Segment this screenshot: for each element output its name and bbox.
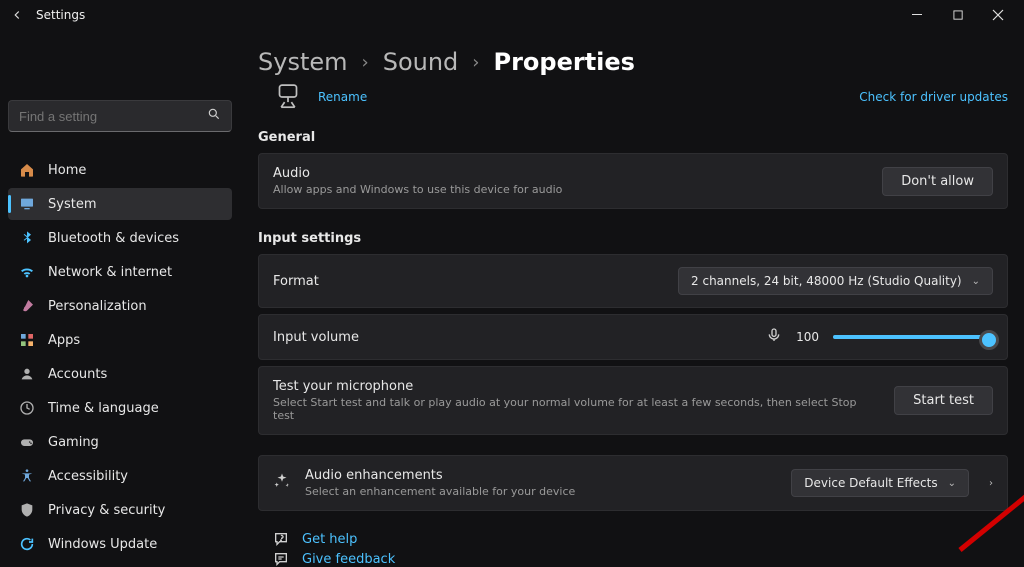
wifi-icon <box>18 264 36 280</box>
update-icon <box>18 536 36 552</box>
start-test-button[interactable]: Start test <box>894 386 993 415</box>
chevron-down-icon: ⌄ <box>948 478 956 489</box>
clock-globe-icon <box>18 400 36 416</box>
rename-link[interactable]: Rename <box>318 90 367 104</box>
enhancements-dropdown[interactable]: Device Default Effects ⌄ <box>791 469 969 497</box>
accessibility-icon <box>18 468 36 484</box>
breadcrumb: System › Sound › Properties <box>258 30 1008 76</box>
titlebar: Settings <box>0 0 1024 30</box>
sidebar-item-label: Time & language <box>48 401 159 416</box>
sidebar-item-privacy[interactable]: Privacy & security <box>8 494 232 526</box>
get-help-link[interactable]: Get help <box>258 527 1008 547</box>
slider-thumb[interactable] <box>979 330 999 350</box>
sidebar-item-label: Bluetooth & devices <box>48 231 179 246</box>
audio-enhancements-title: Audio enhancements <box>305 468 777 483</box>
microphone-device-icon <box>258 83 318 111</box>
dont-allow-button[interactable]: Don't allow <box>882 167 993 196</box>
test-microphone-subtitle: Select Start test and talk or play audio… <box>273 396 880 422</box>
sidebar-item-label: Gaming <box>48 435 99 450</box>
audio-enhancements-subtitle: Select an enhancement available for your… <box>305 485 777 498</box>
sidebar-item-windows-update[interactable]: Windows Update <box>8 528 232 560</box>
sidebar-item-label: Privacy & security <box>48 503 165 518</box>
input-volume-card: Input volume 100 <box>258 314 1008 360</box>
sidebar-item-label: Personalization <box>48 299 147 314</box>
audio-card-subtitle: Allow apps and Windows to use this devic… <box>273 183 868 196</box>
home-icon <box>18 162 36 178</box>
breadcrumb-properties: Properties <box>493 48 634 76</box>
close-button[interactable] <box>978 3 1018 27</box>
sidebar: Home System Bluetooth & devices Network … <box>0 30 240 567</box>
microphone-icon[interactable] <box>766 327 782 347</box>
sidebar-nav: Home System Bluetooth & devices Network … <box>8 154 232 560</box>
audio-card: Audio Allow apps and Windows to use this… <box>258 153 1008 209</box>
sidebar-item-apps[interactable]: Apps <box>8 324 232 356</box>
general-section-label: General <box>258 130 1008 145</box>
check-driver-updates-link[interactable]: Check for driver updates <box>859 90 1008 104</box>
shield-icon <box>18 502 36 518</box>
enhancements-value: Device Default Effects <box>804 476 937 490</box>
person-icon <box>18 366 36 382</box>
sidebar-item-accessibility[interactable]: Accessibility <box>8 460 232 492</box>
audio-card-title: Audio <box>273 166 868 181</box>
sidebar-item-home[interactable]: Home <box>8 154 232 186</box>
test-microphone-card: Test your microphone Select Start test a… <box>258 366 1008 435</box>
sidebar-item-gaming[interactable]: Gaming <box>8 426 232 458</box>
sidebar-item-label: System <box>48 197 96 212</box>
sidebar-item-label: Accounts <box>48 367 107 382</box>
gaming-icon <box>18 434 36 450</box>
sidebar-item-label: Network & internet <box>48 265 172 280</box>
sidebar-item-label: Home <box>48 163 86 178</box>
search-input[interactable] <box>8 100 232 132</box>
format-card-title: Format <box>273 274 664 289</box>
sidebar-item-personalization[interactable]: Personalization <box>8 290 232 322</box>
audio-enhancements-card[interactable]: Audio enhancements Select an enhancement… <box>258 455 1008 511</box>
format-dropdown[interactable]: 2 channels, 24 bit, 48000 Hz (Studio Qua… <box>678 267 993 295</box>
sidebar-item-label: Apps <box>48 333 80 348</box>
input-volume-title: Input volume <box>273 330 752 345</box>
format-value: 2 channels, 24 bit, 48000 Hz (Studio Qua… <box>691 274 962 288</box>
breadcrumb-sound[interactable]: Sound <box>383 48 459 76</box>
apps-icon <box>18 332 36 348</box>
bluetooth-icon <box>18 230 36 246</box>
help-icon <box>272 531 290 547</box>
sidebar-item-network[interactable]: Network & internet <box>8 256 232 288</box>
breadcrumb-system[interactable]: System <box>258 48 348 76</box>
sidebar-item-label: Accessibility <box>48 469 128 484</box>
search-field[interactable] <box>19 109 207 124</box>
give-feedback-link[interactable]: Give feedback <box>258 547 1008 567</box>
chevron-right-icon: › <box>472 52 479 73</box>
sidebar-item-time-language[interactable]: Time & language <box>8 392 232 424</box>
content: System › Sound › Properties Rename Check… <box>240 30 1024 567</box>
input-settings-section-label: Input settings <box>258 231 1008 246</box>
chevron-right-icon: › <box>362 52 369 73</box>
system-icon <box>18 196 36 212</box>
format-card[interactable]: Format 2 channels, 24 bit, 48000 Hz (Stu… <box>258 254 1008 308</box>
test-microphone-title: Test your microphone <box>273 379 880 394</box>
chevron-down-icon: ⌄ <box>972 276 980 287</box>
sparkles-icon <box>273 472 291 494</box>
search-icon <box>207 107 221 125</box>
input-volume-value: 100 <box>796 330 819 344</box>
chevron-right-icon: › <box>989 478 993 489</box>
sidebar-item-label: Windows Update <box>48 537 157 552</box>
back-button[interactable] <box>6 4 28 26</box>
sidebar-item-accounts[interactable]: Accounts <box>8 358 232 390</box>
minimize-button[interactable] <box>898 3 938 27</box>
feedback-icon <box>272 551 290 567</box>
maximize-button[interactable] <box>938 3 978 27</box>
brush-icon <box>18 298 36 314</box>
sidebar-item-system[interactable]: System <box>8 188 232 220</box>
sidebar-item-bluetooth[interactable]: Bluetooth & devices <box>8 222 232 254</box>
device-header: Rename Check for driver updates <box>258 82 1008 112</box>
input-volume-slider[interactable] <box>833 335 993 339</box>
window-title: Settings <box>36 8 85 22</box>
